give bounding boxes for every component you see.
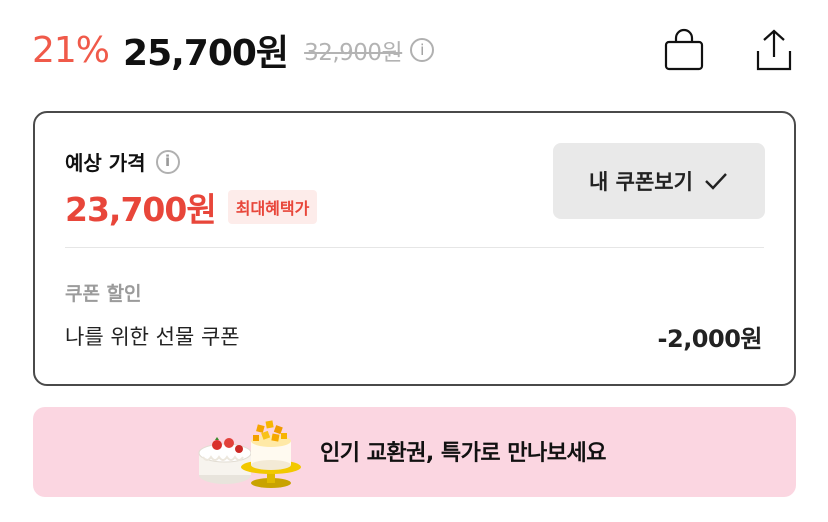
sale-price: 25,700원	[123, 33, 289, 74]
shopping-bag-icon[interactable]	[660, 26, 708, 74]
estimate-price: 23,700원	[65, 190, 217, 229]
banner-text: 인기 교환권, 특가로 만나보세요	[320, 441, 606, 466]
price-estimate-card: 예상 가격 i 23,700원 최대혜택가 내 쿠폰보기 쿠폰 할인 나를 위한…	[33, 111, 796, 386]
check-icon	[705, 173, 727, 190]
estimate-label: 예상 가격	[65, 151, 146, 175]
discount-rate: 21%	[32, 29, 110, 71]
estimate-label-row: 예상 가격 i	[65, 147, 180, 176]
original-price: 32,900원	[304, 40, 403, 66]
share-icon[interactable]	[750, 26, 798, 74]
cake-icon	[198, 420, 301, 488]
coupon-amount: -2,000원	[657, 325, 763, 353]
coupon-name: 나를 위한 선물 쿠폰	[65, 325, 240, 349]
estimate-info-icon[interactable]: i	[155, 149, 180, 174]
price-row: 21% 25,700원 32,900원 i	[32, 24, 435, 76]
coupon-section-title: 쿠폰 할인	[65, 283, 142, 305]
price-info-icon[interactable]: i	[410, 38, 435, 62]
estimate-price-row: 23,700원 최대혜택가	[65, 183, 318, 231]
max-benefit-badge: 최대혜택가	[227, 190, 318, 224]
my-coupons-label: 내 쿠폰보기	[589, 170, 693, 194]
promo-banner[interactable]: 인기 교환권, 특가로 만나보세요	[33, 407, 796, 497]
my-coupons-button[interactable]: 내 쿠폰보기	[553, 143, 765, 219]
divider	[65, 247, 764, 248]
